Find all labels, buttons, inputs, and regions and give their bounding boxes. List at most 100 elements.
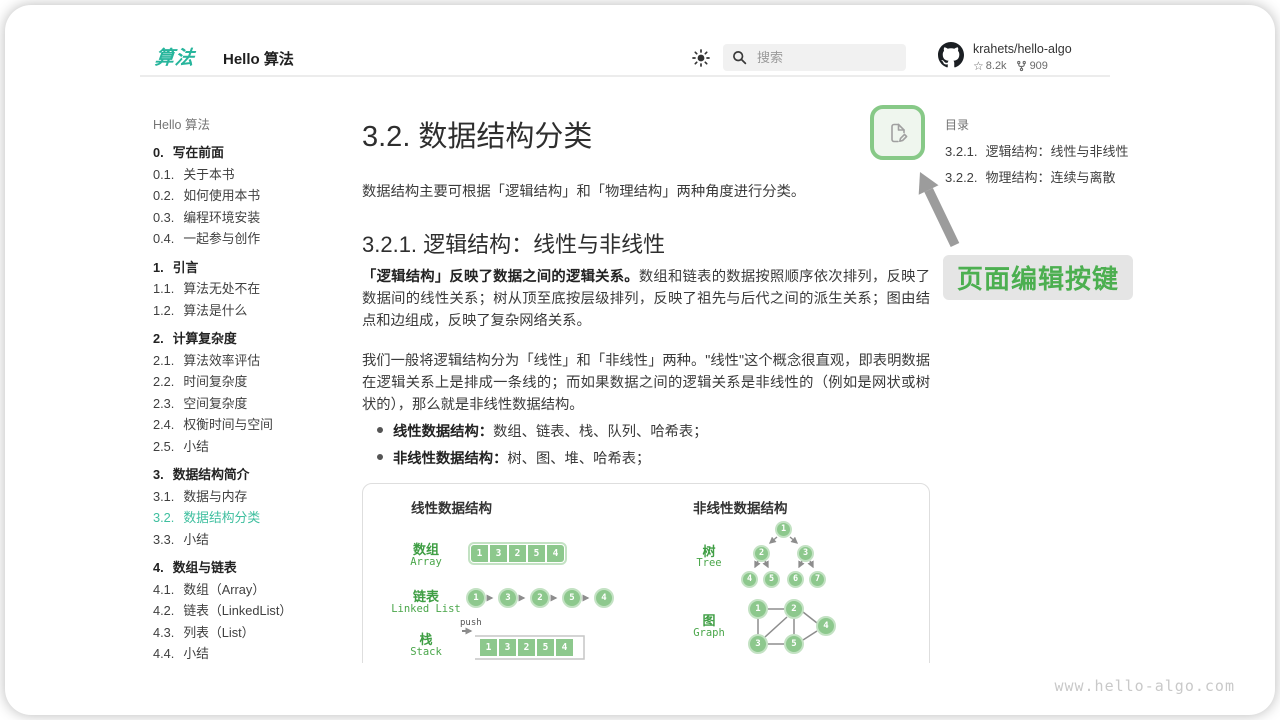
tree-node: 6	[787, 571, 804, 588]
theme-toggle-button[interactable]	[691, 48, 711, 68]
sidebar-item-number: 2.	[153, 328, 164, 350]
sidebar-item-number: 0.3.	[153, 207, 174, 229]
sidebar-item-number: 2.3.	[153, 393, 174, 415]
sidebar-item[interactable]: 4.3. 列表（List）	[153, 622, 359, 644]
sidebar-nav: Hello 算法 0. 写在前面 0.1. 关于本书 0.2. 如何使用本书 0…	[153, 115, 359, 663]
array-label-en: Array	[381, 556, 471, 568]
sidebar-item-label: 写在前面	[173, 142, 224, 164]
sidebar-item-number: 0.	[153, 142, 164, 164]
sidebar-item[interactable]: 3.2. 数据结构分类	[153, 507, 359, 529]
sidebar-item[interactable]: 0. 写在前面	[153, 142, 359, 164]
sidebar-item-number: 1.1.	[153, 278, 174, 300]
stack-label-en: Stack	[381, 646, 471, 658]
repo-stats: ☆ 8.2k 909	[973, 59, 1072, 73]
sidebar-item-number: 3.	[153, 464, 164, 486]
tree-node: 5	[763, 571, 780, 588]
figure-title-linear: 线性数据结构	[411, 497, 492, 517]
bullet-text: 树、图、堆、哈希表；	[507, 451, 650, 467]
tree-node: 4	[741, 571, 758, 588]
toc-title: 目录	[945, 115, 1165, 135]
toc-item-number: 3.2.2.	[945, 165, 978, 191]
sidebar-item[interactable]: 3.1. 数据与内存	[153, 486, 359, 508]
sidebar-item-number: 4.	[153, 557, 164, 579]
push-label: push	[460, 618, 482, 628]
paragraph-bold-lead: 「逻辑结构」反映了数据之间的逻辑关系。	[362, 269, 639, 285]
sidebar-item[interactable]: 4. 数组与链表	[153, 557, 359, 579]
sidebar-item-number: 0.4.	[153, 228, 174, 250]
github-repo-link[interactable]: krahets/hello-algo ☆ 8.2k 909	[938, 42, 1072, 73]
sidebar-item[interactable]: 2.1. 算法效率评估	[153, 350, 359, 372]
stack-cell: 3	[499, 639, 516, 656]
sidebar-item-number: 4.3.	[153, 622, 174, 644]
list-node: 2	[530, 588, 550, 608]
data-structure-figure: 线性数据结构 非线性数据结构 数组 Array 链表 Linked List 栈…	[362, 483, 930, 663]
sidebar-item-number: 4.1.	[153, 579, 174, 601]
bullet-item: 线性数据结构：数组、链表、栈、队列、哈希表；	[377, 419, 927, 446]
stack-cell: 4	[556, 639, 573, 656]
sidebar-item-label: 小结	[183, 529, 209, 551]
sidebar-item[interactable]: 4.1. 数组（Array）	[153, 579, 359, 601]
sidebar-item-number: 3.3.	[153, 529, 174, 551]
sidebar-item[interactable]: 2.3. 空间复杂度	[153, 393, 359, 415]
bullet-dot	[377, 454, 383, 460]
sidebar-item-number: 1.	[153, 257, 164, 279]
tree-node: 2	[753, 545, 770, 562]
sidebar-item-label: 计算复杂度	[173, 328, 237, 350]
figure-title-nonlinear: 非线性数据结构	[693, 497, 788, 517]
sun-icon	[691, 48, 711, 68]
bullet-text: 数组、链表、栈、队列、哈希表；	[493, 424, 707, 440]
site-title: Hello 算法	[223, 48, 294, 69]
bullet-dot	[377, 427, 383, 433]
list-node: 1	[466, 588, 486, 608]
sidebar-item[interactable]: 0.1. 关于本书	[153, 164, 359, 186]
sidebar-item-label: 小结	[183, 643, 209, 663]
site-logo[interactable]: 算法	[154, 43, 197, 70]
sidebar-item[interactable]: 2.4. 权衡时间与空间	[153, 414, 359, 436]
sidebar-item[interactable]: 1. 引言	[153, 257, 359, 279]
sidebar-item[interactable]: 4.4. 小结	[153, 643, 359, 663]
header-divider	[140, 75, 1110, 77]
bullet-bold: 线性数据结构：	[393, 424, 493, 440]
page-edit-button[interactable]	[870, 105, 925, 160]
sidebar-item[interactable]: 0.2. 如何使用本书	[153, 185, 359, 207]
array-cell: 3	[490, 545, 507, 562]
sidebar-item[interactable]: 1.2. 算法是什么	[153, 300, 359, 322]
sidebar-item[interactable]: 2. 计算复杂度	[153, 328, 359, 350]
fork-icon	[1016, 60, 1027, 72]
paragraph-logical-structure: 「逻辑结构」反映了数据之间的逻辑关系。数组和链表的数据按照顺序依次排列，反映了数…	[362, 266, 930, 332]
toc-item[interactable]: 3.2.2. 物理结构：连续与离散	[945, 165, 1165, 191]
sidebar-item-number: 2.2.	[153, 371, 174, 393]
tree-node: 3	[797, 545, 814, 562]
graph-label-en: Graph	[664, 627, 754, 639]
sidebar-item[interactable]: 0.4. 一起参与创作	[153, 228, 359, 250]
sidebar-item-label: 链表（LinkedList）	[183, 600, 292, 622]
toc-item[interactable]: 3.2.1. 逻辑结构：线性与非线性	[945, 139, 1165, 165]
sidebar-item[interactable]: 1.1. 算法无处不在	[153, 278, 359, 300]
sidebar-item[interactable]: 0.3. 编程环境安装	[153, 207, 359, 229]
list-node: 3	[498, 588, 518, 608]
star-icon: ☆	[973, 59, 984, 73]
sidebar-item-number: 0.1.	[153, 164, 174, 186]
array-cell: 5	[528, 545, 545, 562]
sidebar-item[interactable]: 2.2. 时间复杂度	[153, 371, 359, 393]
figure-viewport: 线性数据结构 非线性数据结构 数组 Array 链表 Linked List 栈…	[362, 483, 931, 663]
sidebar-item-label: 小结	[183, 436, 209, 458]
sidebar-item-label: 空间复杂度	[183, 393, 247, 415]
sidebar-item-label: 编程环境安装	[183, 207, 260, 229]
sidebar-item-label: 引言	[173, 257, 199, 279]
search-box[interactable]	[723, 44, 906, 71]
sidebar-title: Hello 算法	[153, 115, 359, 135]
sidebar-item[interactable]: 4.2. 链表（LinkedList）	[153, 600, 359, 622]
paragraph-linear-nonlinear: 我们一般将逻辑结构分为「线性」和「非线性」两种。"线性"这个概念很直观，即表明数…	[362, 350, 930, 416]
sidebar-item-number: 2.4.	[153, 414, 174, 436]
sidebar-item[interactable]: 3.3. 小结	[153, 529, 359, 551]
sidebar-item[interactable]: 3. 数据结构简介	[153, 464, 359, 486]
search-input[interactable]	[755, 49, 885, 66]
sidebar-item-number: 3.1.	[153, 486, 174, 508]
graph-node: 4	[816, 616, 836, 636]
tree-node: 7	[809, 571, 826, 588]
sidebar-item[interactable]: 2.5. 小结	[153, 436, 359, 458]
sidebar-item-label: 数据与内存	[183, 486, 247, 508]
toc-item-number: 3.2.1.	[945, 139, 978, 165]
stack-cells: 1 3 2 5 4	[480, 639, 573, 656]
